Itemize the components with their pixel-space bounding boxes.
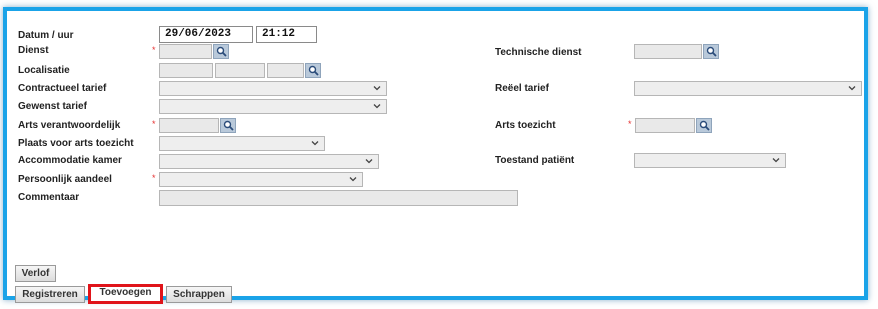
accommodatie-kamer-select[interactable] — [159, 154, 379, 169]
gewenst-tarief-label: Gewenst tarief — [18, 101, 87, 112]
contractueel-tarief-label: Contractueel tarief — [18, 83, 107, 94]
required-marker: * — [152, 173, 156, 183]
chevron-down-icon — [373, 104, 381, 109]
datum-uur-label: Datum / uur — [18, 30, 74, 41]
localisatie-input-3[interactable] — [267, 63, 304, 78]
magnifier-icon[interactable] — [703, 44, 719, 59]
chevron-down-icon — [772, 158, 780, 163]
commentaar-input[interactable] — [159, 190, 518, 206]
toestand-patient-select[interactable] — [634, 153, 786, 168]
localisatie-input-1[interactable] — [159, 63, 213, 78]
arts-verantwoordelijk-input[interactable] — [159, 118, 219, 133]
schrappen-button[interactable]: Schrappen — [166, 286, 232, 303]
arts-toezicht-label: Arts toezicht — [495, 120, 556, 131]
chevron-down-icon — [848, 86, 856, 91]
required-marker: * — [152, 119, 156, 129]
required-marker: * — [152, 45, 156, 55]
technische-dienst-input[interactable] — [634, 44, 702, 59]
persoonlijk-aandeel-select[interactable] — [159, 172, 363, 187]
required-marker: * — [628, 119, 632, 129]
dienst-input[interactable] — [159, 44, 212, 59]
reeel-tarief-label: Reëel tarief — [495, 83, 549, 94]
localisatie-label: Localisatie — [18, 65, 70, 76]
localisatie-input-2[interactable] — [215, 63, 265, 78]
contractueel-tarief-select[interactable] — [159, 81, 387, 96]
persoonlijk-aandeel-label: Persoonlijk aandeel — [18, 174, 112, 185]
toevoegen-button[interactable]: Toevoegen — [88, 284, 163, 304]
arts-toezicht-input[interactable] — [635, 118, 695, 133]
date-input[interactable]: 29/06/2023 — [159, 26, 253, 43]
time-input[interactable]: 21:12 — [256, 26, 317, 43]
magnifier-icon[interactable] — [220, 118, 236, 133]
accommodatie-kamer-label: Accommodatie kamer — [18, 155, 122, 166]
chevron-down-icon — [349, 177, 357, 182]
magnifier-icon[interactable] — [305, 63, 321, 78]
dienst-label: Dienst — [18, 45, 49, 56]
magnifier-icon[interactable] — [213, 44, 229, 59]
plaats-arts-toezicht-select[interactable] — [159, 136, 325, 151]
commentaar-label: Commentaar — [18, 192, 80, 203]
chevron-down-icon — [373, 86, 381, 91]
technische-dienst-label: Technische dienst — [495, 47, 582, 58]
magnifier-icon[interactable] — [696, 118, 712, 133]
chevron-down-icon — [311, 141, 319, 146]
registreren-button[interactable]: Registreren — [15, 286, 85, 303]
gewenst-tarief-select[interactable] — [159, 99, 387, 114]
plaats-arts-toezicht-label: Plaats voor arts toezicht — [18, 138, 134, 149]
toestand-patient-label: Toestand patiënt — [495, 155, 575, 166]
reeel-tarief-select[interactable] — [634, 81, 862, 96]
chevron-down-icon — [365, 159, 373, 164]
verlof-button[interactable]: Verlof — [15, 265, 56, 282]
arts-verantwoordelijk-label: Arts verantwoordelijk — [18, 120, 121, 131]
